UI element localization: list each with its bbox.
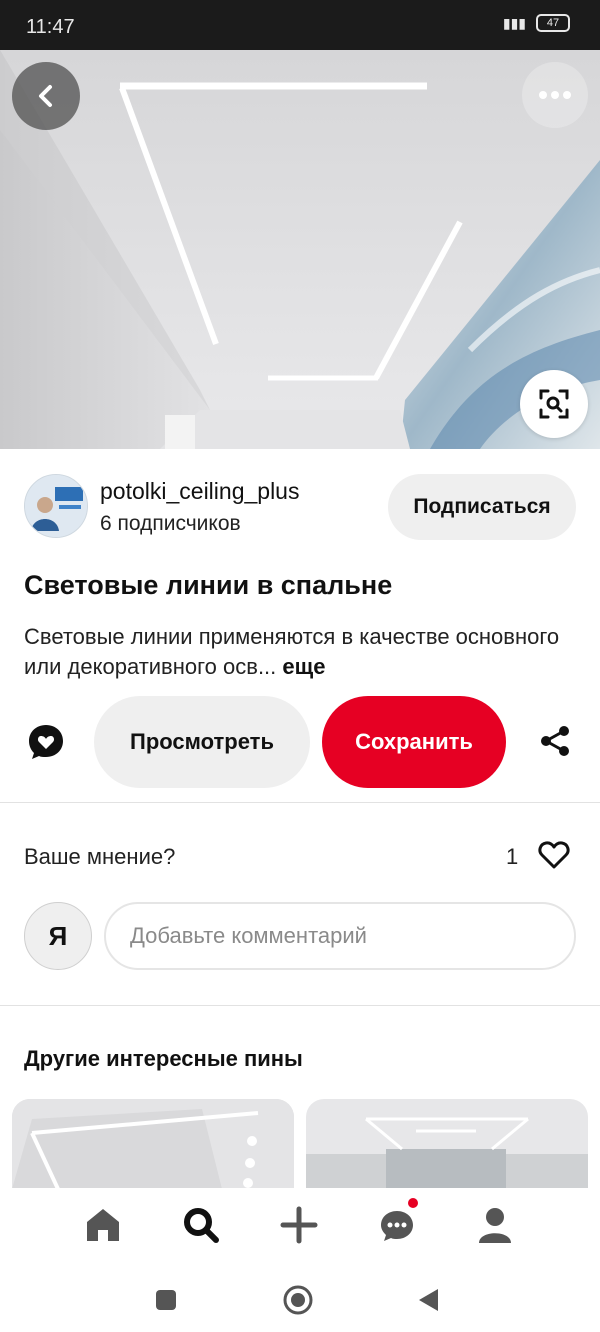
ellipsis-icon [539,91,571,99]
status-time: 11:47 [26,16,75,38]
related-pins-title: Другие интересные пины [24,1046,303,1071]
triangle-back-icon [419,1289,438,1311]
search-icon [184,1208,219,1243]
related-pin-card[interactable] [12,1099,294,1189]
pin-image[interactable] [0,50,600,449]
visual-search-button[interactable] [520,370,588,438]
chevron-left-icon [39,85,52,107]
recent-apps-button[interactable] [146,1280,186,1320]
nav-search[interactable] [176,1200,226,1250]
avatar-image [25,475,87,537]
divider [0,1005,600,1006]
like-count: 1 [506,844,519,869]
heart-outline-icon[interactable] [538,840,570,875]
home-system-button[interactable] [278,1280,318,1320]
save-button[interactable]: Сохранить [322,696,506,788]
comments-prompt: Ваше мнение? [24,844,176,869]
chat-icon [381,1211,413,1241]
related-pin-image [306,1099,588,1189]
more-options-button[interactable] [522,62,588,128]
system-nav [0,1262,600,1332]
follow-button[interactable]: Подписаться [388,474,576,540]
action-row: Просмотреть Сохранить [0,696,600,788]
pin-title: Световые линии в спальне [24,570,393,600]
divider [0,802,600,803]
comment-input[interactable] [104,902,576,970]
related-pin-image [12,1099,294,1189]
pin-description: Световые линии применяются в качестве ос… [24,622,584,682]
back-system-button[interactable] [408,1280,448,1320]
share-icon[interactable] [538,724,572,763]
author-name[interactable]: potolki_ceiling_plus [100,478,299,505]
battery-icon: 47 [536,14,570,32]
ceiling-photo [0,50,600,449]
back-button[interactable] [12,62,80,130]
comment-heart-icon[interactable] [26,722,66,767]
nav-profile[interactable] [470,1200,520,1250]
author-row: potolki_ceiling_plus 6 подписчиков Подпи… [24,474,576,540]
nav-create[interactable] [274,1200,324,1250]
subscriber-count: 6 подписчиков [100,512,241,535]
view-button[interactable]: Просмотреть [94,696,310,788]
plus-icon [280,1206,318,1244]
signal-icon: ▮▮▮ [502,14,526,31]
nav-home[interactable] [78,1200,128,1250]
notification-dot [408,1198,418,1208]
visual-search-icon [539,389,569,419]
author-avatar[interactable] [24,474,88,538]
related-pin-card[interactable] [306,1099,588,1189]
user-avatar[interactable]: Я [24,902,92,970]
home-icon [87,1209,119,1241]
read-more-link[interactable]: еще [282,654,325,679]
square-icon [156,1290,176,1310]
bottom-nav [0,1188,600,1262]
circle-icon [283,1285,313,1315]
profile-icon [479,1208,511,1243]
status-bar: 11:47 ▮▮▮ 47 [0,0,600,50]
